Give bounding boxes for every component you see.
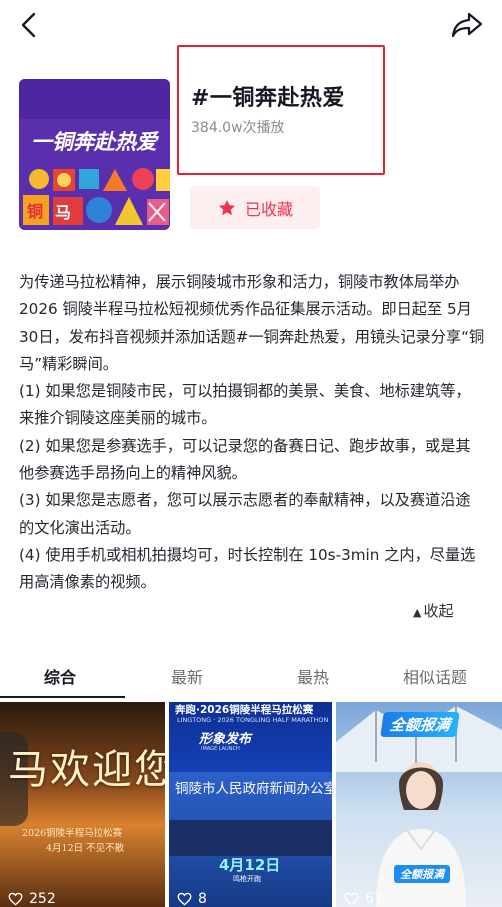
cover-artwork: 一铜奔赴热爱 铜 马 — [19, 79, 170, 230]
description-paragraph: (3) 如果您是志愿者，您可以展示志愿者的奉献精神，以及赛道沿途的文化演出活动。 — [19, 491, 471, 537]
description-paragraph: (2) 如果您是参赛选手，可以记录您的备赛日记、跑步故事，或是其他参赛选手昂扬向… — [19, 436, 471, 483]
person-figure — [376, 762, 466, 907]
thumbnail-bottom-badge: 全额报满 — [394, 865, 450, 883]
press-table — [169, 820, 332, 856]
svg-text:马: 马 — [55, 203, 71, 222]
thumbnail-badge: 全额报满 — [380, 712, 460, 737]
favorite-label: 已收藏 — [244, 199, 293, 219]
thumbnail-headline-en: IMAGE LAUNCH — [201, 746, 240, 752]
tab-hottest[interactable]: 最热 — [297, 664, 329, 688]
chevron-left-icon — [21, 12, 36, 38]
thumbnail-caption: 2026铜陵半程马拉松赛 — [22, 828, 123, 839]
like-count-value: 67 — [365, 891, 383, 907]
description-paragraph: 为传递马拉松精神，展示铜陵城市形象和活力，铜陵市教体局举办 2026 铜陵半程马… — [19, 273, 485, 373]
back-button[interactable] — [14, 10, 44, 40]
share-button[interactable] — [450, 10, 484, 40]
like-count: 8 — [177, 891, 207, 907]
like-count: 67 — [344, 891, 383, 907]
active-tab-indicator — [0, 696, 125, 698]
star-icon — [219, 199, 235, 215]
description-paragraph: (1) 如果您是铜陵市民，可以拍摄铜都的美景、美食、地标建筑等，来推介铜陵这座美… — [19, 382, 471, 428]
like-count: 252 — [8, 891, 56, 907]
tab-similar-topics[interactable]: 相似话题 — [403, 664, 467, 688]
thumbnail-office-text: 铜陵市人民政府新闻办公室 — [175, 781, 332, 797]
topic-cover-image: 一铜奔赴热爱 铜 马 — [19, 79, 170, 230]
thumbnail-date-sub: 鸣枪开跑 — [233, 875, 261, 883]
tab-comprehensive[interactable]: 综合 — [44, 664, 76, 688]
cover-title-text: 一铜奔赴热爱 — [31, 129, 159, 154]
topic-description: 为传递马拉松精神，展示铜陵城市形象和活力，铜陵市教体局举办 2026 铜陵半程马… — [19, 269, 485, 597]
thumbnail-header: 奔跑·2026铜陵半程马拉松赛 — [175, 704, 314, 716]
thumbnail-header-en: LINGTONG · 2026 TONGLING HALF MARATHON — [177, 716, 329, 724]
video-thumbnail[interactable]: 马欢迎您 2026铜陵半程马拉松赛 4月12日 不见不散 252 — [0, 702, 165, 907]
heart-icon — [8, 892, 23, 906]
thumbnail-caption: 4月12日 不见不散 — [46, 843, 125, 854]
topic-title: #一铜奔赴热爱 — [191, 86, 345, 111]
thumbnail-date: 4月12日 — [219, 856, 281, 874]
triangle-up-icon: ▲ — [413, 606, 422, 619]
tab-latest[interactable]: 最新 — [171, 664, 203, 688]
description-paragraph: (4) 使用手机或相机拍摄均可，时长控制在 10s-3min 之内，尽量选用高清… — [19, 545, 476, 592]
video-thumbnail[interactable]: 奔跑·2026铜陵半程马拉松赛 LINGTONG · 2026 TONGLING… — [169, 702, 332, 907]
video-thumbnail[interactable]: 全额报满 全额报满 67 — [336, 702, 502, 907]
heart-icon — [344, 892, 359, 906]
favorite-button[interactable]: 已收藏 — [190, 186, 320, 229]
like-count-value: 252 — [29, 891, 56, 907]
play-count: 384.0w次播放 — [191, 120, 285, 136]
collapse-button[interactable]: ▲ 收起 — [413, 600, 453, 621]
heart-icon — [177, 892, 192, 906]
thumbnail-headline: 形象发布 — [199, 732, 252, 747]
tab-bar: 综合 最新 最热 相似话题 — [0, 652, 502, 698]
svg-text:铜: 铜 — [27, 202, 43, 221]
share-arrow-icon — [451, 12, 483, 38]
like-count-value: 8 — [198, 891, 207, 907]
thumbnail-overlay-text: 马欢迎您 — [8, 747, 165, 793]
collapse-label: 收起 — [423, 602, 454, 620]
